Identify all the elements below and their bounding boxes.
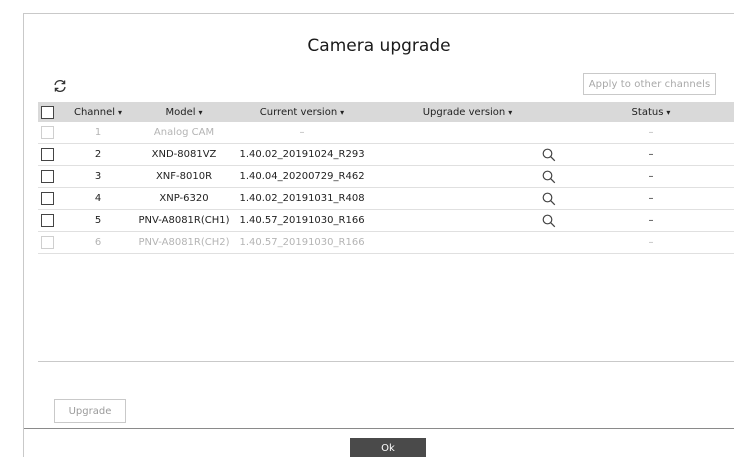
search-icon[interactable] xyxy=(539,166,559,187)
row-checkbox xyxy=(41,236,54,249)
model-cell: PNV-A8081R(CH2) xyxy=(138,237,230,248)
header-model[interactable]: Model ▾ xyxy=(134,102,234,122)
current-version-cell: 1.40.57_20191030_R166 xyxy=(239,215,365,226)
upgrade-version-cell xyxy=(405,188,530,209)
header-status[interactable]: Status ▾ xyxy=(606,102,696,122)
current-version-cell: 1.40.02_20191024_R293 xyxy=(239,149,365,160)
status-cell: – xyxy=(648,193,654,204)
status-cell: – xyxy=(648,127,654,138)
status-cell: – xyxy=(648,149,654,160)
upgrade-button[interactable]: Upgrade xyxy=(54,399,126,423)
current-version-cell: 1.40.04_20200729_R462 xyxy=(239,171,365,182)
header-current-version[interactable]: Current version ▾ xyxy=(242,102,362,122)
table-row[interactable]: 4 XNP-6320 1.40.02_20191031_R408 – xyxy=(38,188,734,210)
table-row[interactable]: 3 XNF-8010R 1.40.04_20200729_R462 – xyxy=(38,166,734,188)
ok-button[interactable]: Ok xyxy=(350,438,426,457)
channel-cell: 1 xyxy=(94,127,102,138)
dialog-title: Camera upgrade xyxy=(307,36,451,56)
model-cell: Analog CAM xyxy=(153,127,215,138)
divider xyxy=(24,428,734,429)
sort-caret-icon: ▾ xyxy=(118,107,123,117)
channel-cell: 5 xyxy=(94,215,102,226)
model-cell: XND-8081VZ xyxy=(151,149,217,160)
model-cell: PNV-A8081R(CH1) xyxy=(138,215,230,226)
row-checkbox[interactable] xyxy=(41,214,54,227)
search-icon[interactable] xyxy=(539,188,559,209)
row-checkbox[interactable] xyxy=(41,170,54,183)
row-checkbox[interactable] xyxy=(41,148,54,161)
camera-table: Channel ▾ Model ▾ Current version ▾ Upgrade… xyxy=(38,102,734,254)
select-all-checkbox[interactable] xyxy=(41,105,54,119)
status-cell: – xyxy=(648,237,654,248)
sort-caret-icon: ▾ xyxy=(198,107,203,117)
upgrade-version-cell xyxy=(405,232,530,253)
table-row[interactable]: 2 XND-8081VZ 1.40.02_20191024_R293 – xyxy=(38,144,734,166)
channel-cell: 3 xyxy=(94,171,102,182)
refresh-icon[interactable] xyxy=(51,77,69,95)
table-header-row: Channel ▾ Model ▾ Current version ▾ Upgrade… xyxy=(38,102,734,122)
upgrade-version-cell xyxy=(405,122,530,143)
status-cell: – xyxy=(648,215,654,226)
search-icon[interactable] xyxy=(539,144,559,165)
model-cell: XNP-6320 xyxy=(159,193,209,204)
row-checkbox[interactable] xyxy=(41,192,54,205)
apply-to-other-channels-button[interactable]: Apply to other channels xyxy=(583,73,716,95)
header-upgrade-version[interactable]: Upgrade version ▾ xyxy=(405,102,530,122)
current-version-cell: 1.40.57_20191030_R166 xyxy=(239,237,365,248)
table-row[interactable]: 5 PNV-A8081R(CH1) 1.40.57_20191030_R166 – xyxy=(38,210,734,232)
channel-cell: 6 xyxy=(94,237,102,248)
upgrade-version-cell xyxy=(405,166,530,187)
header-channel[interactable]: Channel ▾ xyxy=(74,102,123,122)
sort-caret-icon: ▾ xyxy=(508,107,513,117)
search-icon[interactable] xyxy=(539,210,559,231)
sort-caret-icon: ▾ xyxy=(340,107,345,117)
current-version-cell: – xyxy=(299,127,305,138)
upgrade-version-cell xyxy=(405,144,530,165)
channel-cell: 2 xyxy=(94,149,102,160)
table-row[interactable]: 1 Analog CAM – – xyxy=(38,122,734,144)
divider xyxy=(38,361,734,362)
status-cell: – xyxy=(648,171,654,182)
current-version-cell: 1.40.02_20191031_R408 xyxy=(239,193,365,204)
sort-caret-icon: ▾ xyxy=(666,107,671,117)
upgrade-version-cell xyxy=(405,210,530,231)
row-checkbox xyxy=(41,126,54,139)
model-cell: XNF-8010R xyxy=(155,171,213,182)
table-row[interactable]: 6 PNV-A8081R(CH2) 1.40.57_20191030_R166 – xyxy=(38,232,734,254)
camera-upgrade-dialog: Camera upgrade Apply to other channels C… xyxy=(23,13,734,457)
channel-cell: 4 xyxy=(94,193,102,204)
